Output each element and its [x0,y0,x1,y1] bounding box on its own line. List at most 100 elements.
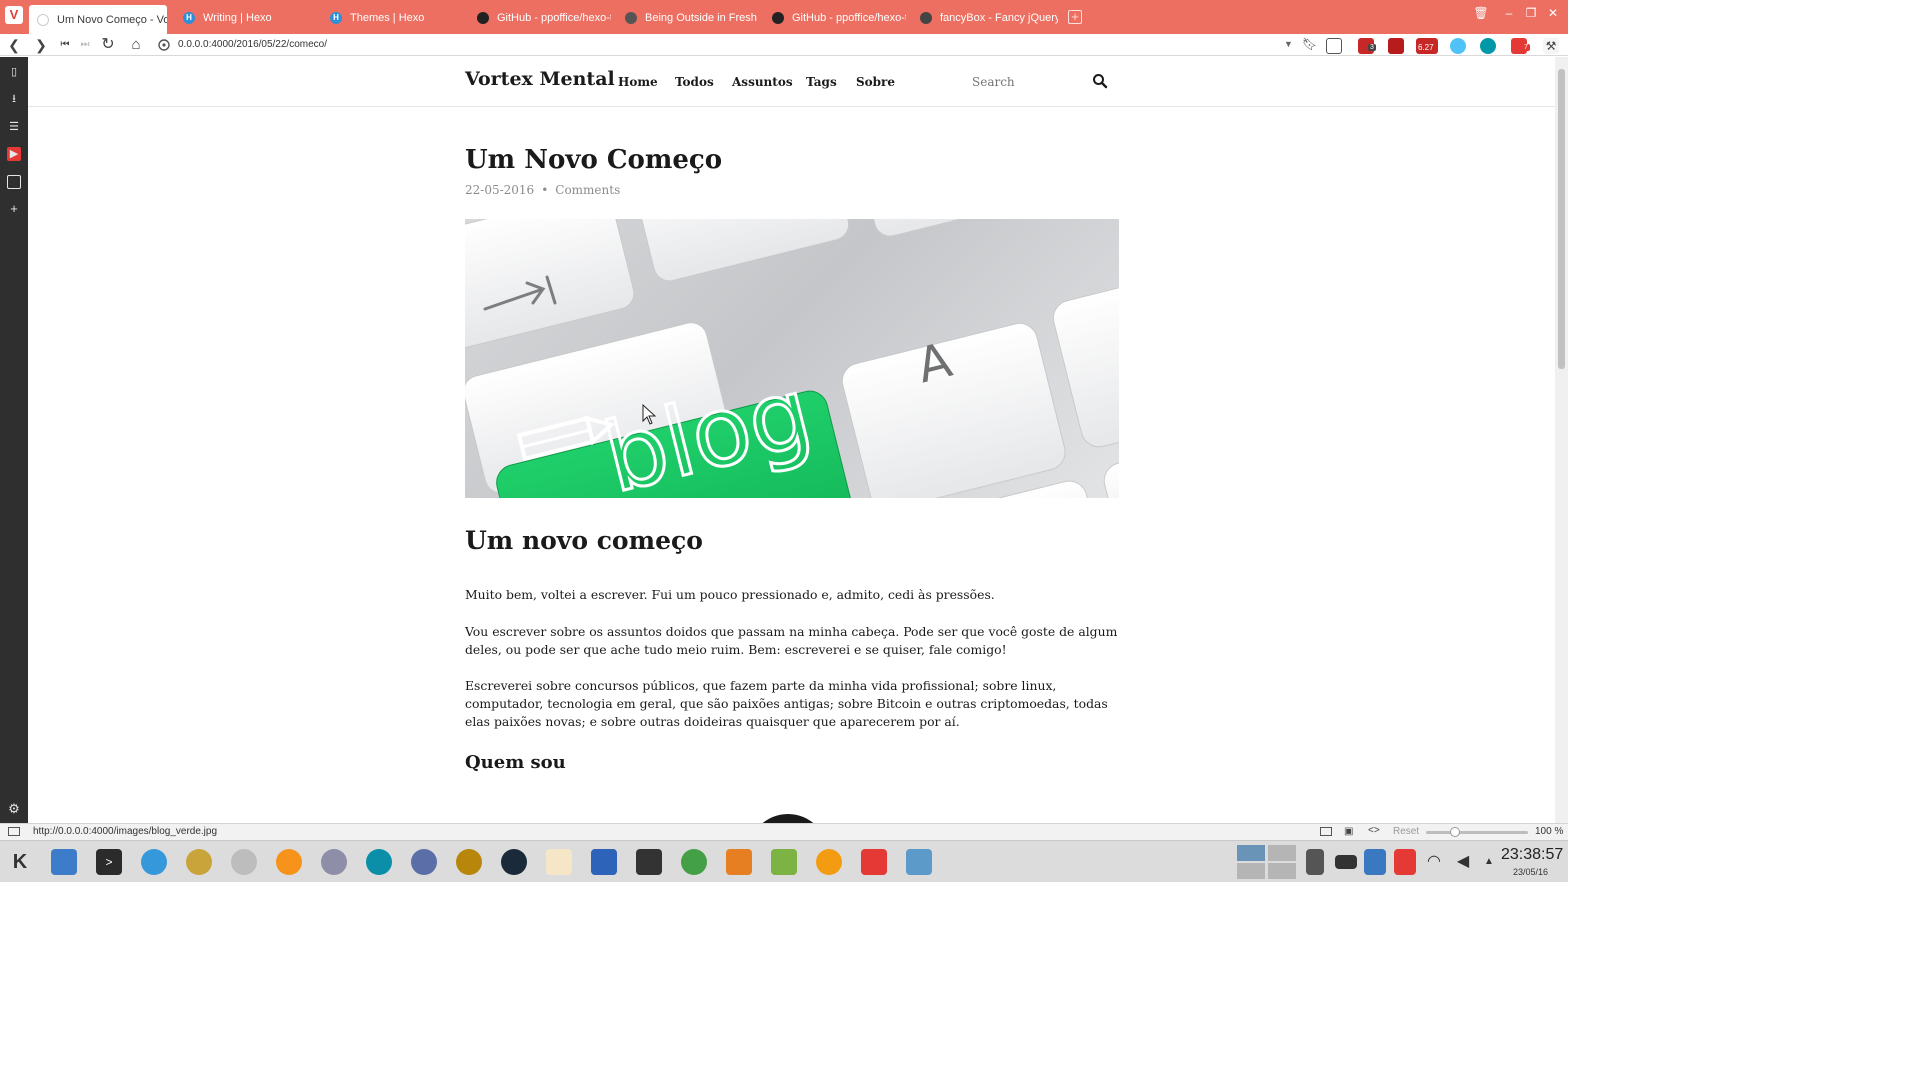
fast-forward-button[interactable]: ⏭ [76,36,94,54]
hero-image[interactable]: blog A [465,219,1119,498]
tab-label: Writing | Hexo [203,11,272,24]
orange-app-icon[interactable] [816,849,842,875]
post-title: Um Novo Começo [465,145,723,175]
vivaldi-taskbar-icon[interactable] [861,849,887,875]
url-field[interactable]: 0.0.0.0:4000/2016/05/22/comeco/ ▼ 🔖︎ [156,36,1317,54]
desktop-pager-1[interactable] [1237,845,1265,861]
trash-icon[interactable]: 🗑︎ [1472,6,1490,20]
coin-k-icon[interactable] [456,849,482,875]
clipboard-icon[interactable] [1306,849,1324,875]
images-toggle-icon[interactable]: ▣ [1344,826,1353,837]
ethereum-icon[interactable] [411,849,437,875]
tab-being-outside[interactable]: Being Outside in Fresh Ai [617,4,759,31]
dogecoin-icon[interactable] [186,849,212,875]
desktop-pager-2[interactable] [1268,845,1296,861]
search-input[interactable] [972,72,1092,92]
back-button[interactable]: ❮ [5,36,23,54]
atom-editor-icon[interactable] [681,849,707,875]
site-info-icon[interactable] [158,39,170,51]
tab-label: Being Outside in Fresh Ai [645,11,759,24]
zoom-slider-knob[interactable] [1449,827,1460,837]
nav-assuntos[interactable]: Assuntos [732,75,793,89]
hexo-icon [183,11,195,24]
litecoin-icon[interactable] [231,849,257,875]
tray-expand-icon[interactable]: ▲ [1482,849,1496,875]
content-heading: Um novo começo [465,526,703,555]
notes-icon[interactable]: ☰ [7,120,21,134]
search-icon[interactable] [1092,73,1108,89]
dark-orb-icon[interactable] [501,849,527,875]
dragon-player-icon[interactable] [591,849,617,875]
zoom-slider[interactable] [1426,827,1528,837]
peercoin-icon[interactable] [366,849,392,875]
qbittorrent-icon[interactable] [141,849,167,875]
forward-button[interactable]: ❯ [32,36,50,54]
terminal-icon[interactable]: > [96,849,122,875]
site-title[interactable]: Vortex Mental [465,68,615,90]
printer-icon[interactable] [636,849,662,875]
bitcoin-icon[interactable] [276,849,302,875]
nav-home[interactable]: Home [618,75,658,89]
butterfly-app-icon[interactable] [726,849,752,875]
desktop-pager-3[interactable] [1237,863,1265,879]
add-panel-icon[interactable]: + [7,202,21,216]
zoom-reset-button[interactable]: Reset [1393,825,1419,839]
extension-badge-count: 3 [1368,44,1376,51]
wave-icon[interactable] [1450,38,1466,54]
home-button[interactable]: ⌂ [127,36,145,54]
tab-fancybox[interactable]: fancyBox - Fancy jQuery L [912,4,1058,31]
nav-todos[interactable]: Todos [675,75,714,89]
side-panel: ▯ ⭳ ☰ ▶ + ⚙ [0,57,28,823]
downloads-icon[interactable]: ⭳ [7,92,21,106]
wallet-hex-icon[interactable] [321,849,347,875]
comments-link[interactable]: Comments [555,183,620,197]
youtube-panel-icon[interactable]: ▶ [7,147,21,161]
screenshot-app-icon[interactable] [906,849,932,875]
page-scrollbar[interactable] [1555,57,1568,823]
tab-github-hexo-theme-2[interactable]: GitHub - ppoffice/hexo-the [764,4,906,31]
new-tab-button[interactable]: + [1068,10,1082,24]
page-viewport: Vortex Mental Home Todos Assuntos Tags S… [28,57,1555,823]
vivaldi-tray-icon[interactable] [1394,849,1416,875]
tab-active[interactable]: Um Novo Começo - Vortex [29,5,167,34]
tools-icon[interactable]: ⚒ [1543,38,1559,54]
tab-github-hexo-theme[interactable]: GitHub - ppoffice/hexo-the [469,4,611,31]
dropdown-arrow-icon[interactable]: ▼ [1284,39,1293,49]
vivaldi-menu-button[interactable]: V [5,6,23,24]
rewind-button[interactable]: ⏮ [56,36,74,54]
dropbox-icon[interactable] [1364,849,1386,875]
nav-tags[interactable]: Tags [806,75,837,89]
cast-icon[interactable] [1326,38,1342,54]
minimize-button[interactable]: – [1500,6,1518,20]
scrollbar-thumb[interactable] [1558,69,1565,369]
author-avatar [748,814,828,823]
tab-writing-hexo[interactable]: Writing | Hexo [175,4,317,31]
settings-gear-icon[interactable]: ⚙ [7,802,21,816]
close-button[interactable]: ✕ [1544,6,1562,20]
clock-time[interactable]: 23:38:57 [1501,846,1563,864]
web-panel-icon[interactable] [7,175,21,189]
wifi-icon[interactable]: ◠ [1423,849,1445,875]
tab-label: GitHub - ppoffice/hexo-the [497,11,611,24]
extension-circle-icon[interactable] [1480,38,1496,54]
reload-button[interactable]: ↻ [99,36,117,54]
tools-app-icon[interactable] [771,849,797,875]
plus-icon: + [1071,9,1079,24]
url-text: 0.0.0.0:4000/2016/05/22/comeco/ [178,39,328,50]
tab-themes-hexo[interactable]: Themes | Hexo [322,4,464,31]
page-tiling-icon[interactable] [1320,827,1332,836]
mail-client-icon[interactable] [51,849,77,875]
page-actions-icon[interactable]: <> [1368,825,1380,836]
bookmarks-icon[interactable]: ▯ [7,65,21,79]
desktop-pager-4[interactable] [1268,863,1296,879]
lastpass-icon[interactable] [1388,38,1404,54]
kde-menu-icon[interactable]: K [7,849,33,875]
maximize-button[interactable]: ❐ [1522,6,1540,20]
bookmark-icon[interactable]: 🔖︎ [1302,37,1317,51]
document-app-icon[interactable] [546,849,572,875]
nav-sobre[interactable]: Sobre [856,75,895,89]
tab-bar: V Um Novo Começo - Vortex Writing | Hexo… [0,0,1568,34]
battery-icon[interactable] [1335,855,1357,869]
volume-icon[interactable]: ◀ [1452,849,1474,875]
panel-toggle-icon[interactable] [8,827,20,836]
